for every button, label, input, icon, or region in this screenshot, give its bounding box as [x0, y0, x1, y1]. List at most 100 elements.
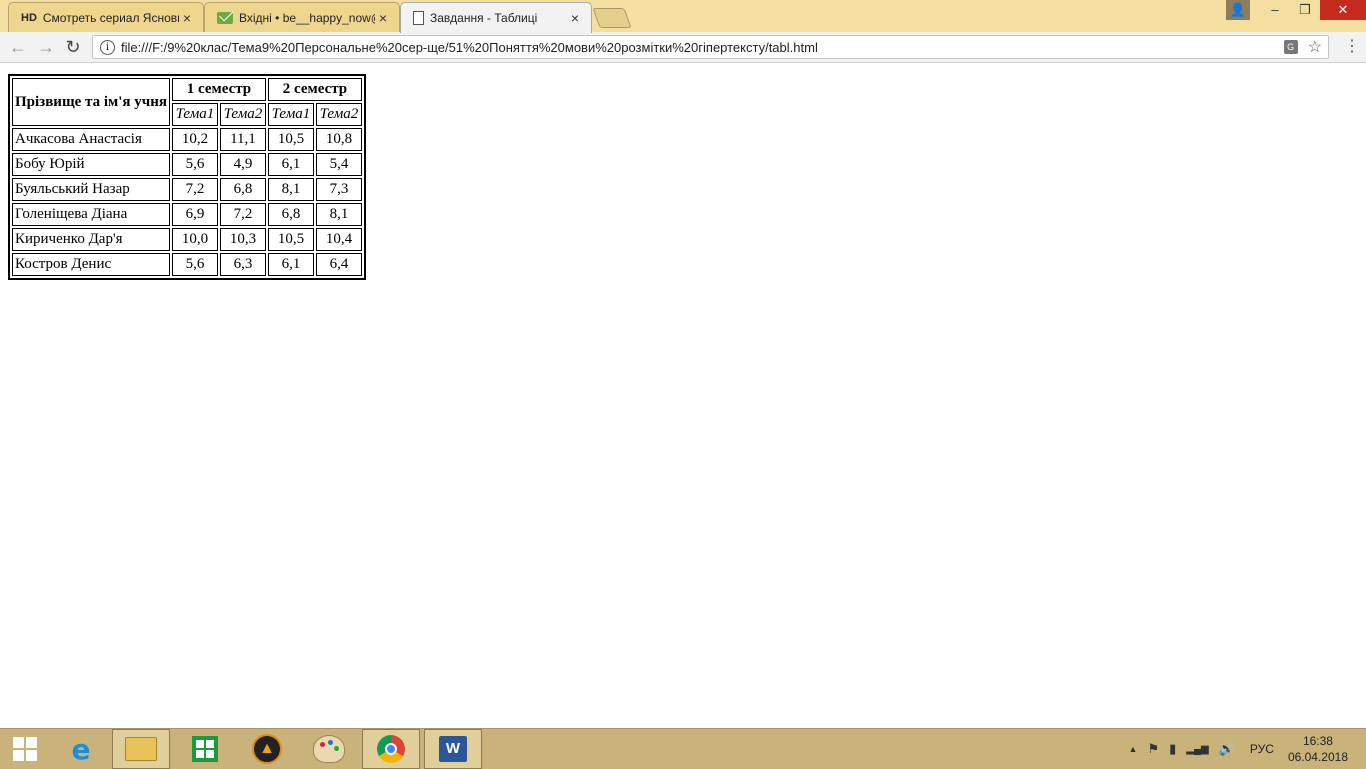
- page-content: Прізвище та ім'я учня 1 семестр 2 семест…: [0, 63, 1366, 728]
- grade-cell: 11,1: [219, 128, 266, 151]
- grade-cell: 6,4: [315, 253, 362, 276]
- flag-icon[interactable]: ⚑: [1147, 741, 1159, 757]
- tab-mail[interactable]: Вхідні • be__happy_now@ ×: [204, 2, 400, 32]
- address-bar[interactable]: i file:///F:/9%20клас/Тема9%20Персональн…: [92, 35, 1329, 59]
- back-button[interactable]: ←: [8, 37, 28, 57]
- grade-cell: 5,6: [171, 253, 218, 276]
- taskbar-paint[interactable]: [300, 729, 358, 769]
- forward-button[interactable]: →: [36, 37, 56, 57]
- grade-cell: 10,3: [219, 228, 266, 251]
- taskbar-aimp[interactable]: ▲: [238, 729, 296, 769]
- taskbar-explorer[interactable]: [112, 729, 170, 769]
- grade-cell: 7,2: [171, 178, 218, 201]
- table-row: Буяльський Назар 7,2 6,8 8,1 7,3: [12, 178, 362, 201]
- grade-cell: 7,2: [219, 203, 266, 226]
- taskbar: e ▲ W ▲ ⚑ ▮ ▂▄▆ 🔊 РУС 16:38 06.04.2018: [0, 728, 1366, 769]
- student-name: Буяльський Назар: [12, 178, 170, 201]
- grade-cell: 6,1: [267, 253, 314, 276]
- grade-cell: 10,5: [267, 128, 314, 151]
- grade-cell: 8,1: [267, 178, 314, 201]
- topic-header: Тема1: [171, 103, 218, 126]
- info-icon[interactable]: i: [100, 39, 115, 55]
- table-row: Костров Денис 5,6 6,3 6,1 6,4: [12, 253, 362, 276]
- table-row: Ачкасова Анастасія 10,2 11,1 10,5 10,8: [12, 128, 362, 151]
- grade-cell: 5,4: [315, 153, 362, 176]
- system-tray: ▲ ⚑ ▮ ▂▄▆ 🔊 РУС 16:38 06.04.2018: [1124, 729, 1366, 769]
- close-icon[interactable]: ×: [567, 10, 583, 26]
- topic-header: Тема2: [315, 103, 362, 126]
- browser-toolbar: ← → ↻ i file:///F:/9%20клас/Тема9%20Перс…: [0, 32, 1366, 63]
- grade-cell: 6,1: [267, 153, 314, 176]
- menu-icon[interactable]: ⋮: [1344, 39, 1360, 55]
- clock-date: 06.04.2018: [1287, 750, 1348, 764]
- window-controls: 👤 – ❐ ✕: [1226, 0, 1366, 20]
- ie-icon: e: [71, 732, 91, 766]
- table-row: Бобу Юрій 5,6 4,9 6,1 5,4: [12, 153, 362, 176]
- taskbar-chrome[interactable]: [362, 729, 420, 769]
- tab-serial[interactable]: HD Смотреть сериал Ясновидец ×: [8, 2, 204, 32]
- start-button[interactable]: [0, 729, 50, 769]
- tab-strip: HD Смотреть сериал Ясновидец × Вхідні • …: [0, 0, 1366, 33]
- student-name: Бобу Юрій: [12, 153, 170, 176]
- close-icon[interactable]: ×: [375, 10, 391, 26]
- reload-button[interactable]: ↻: [63, 37, 83, 57]
- student-name: Голеніщева Діана: [12, 203, 170, 226]
- signal-icon[interactable]: ▂▄▆: [1186, 744, 1208, 755]
- name-column-header: Прізвище та ім'я учня: [12, 78, 170, 126]
- chrome-icon: [377, 735, 405, 763]
- store-icon: [192, 736, 218, 762]
- new-tab-button[interactable]: [592, 8, 632, 28]
- taskbar-word[interactable]: W: [424, 729, 482, 769]
- student-name: Костров Денис: [12, 253, 170, 276]
- clock-time: 16:38: [1302, 734, 1333, 748]
- student-name: Ачкасова Анастасія: [12, 128, 170, 151]
- taskbar-store[interactable]: [176, 729, 234, 769]
- grade-cell: 6,9: [171, 203, 218, 226]
- minimize-button[interactable]: –: [1260, 0, 1290, 20]
- tab-title: Вхідні • be__happy_now@: [239, 10, 375, 25]
- grade-cell: 5,6: [171, 153, 218, 176]
- grade-cell: 6,8: [267, 203, 314, 226]
- topic-header: Тема2: [219, 103, 266, 126]
- volume-icon[interactable]: 🔊: [1219, 741, 1235, 757]
- grade-cell: 4,9: [219, 153, 266, 176]
- semester2-header: 2 семестр: [267, 78, 362, 101]
- grades-table: Прізвище та ім'я учня 1 семестр 2 семест…: [8, 74, 366, 280]
- restore-button[interactable]: ❐: [1290, 0, 1320, 20]
- word-icon: W: [439, 736, 467, 762]
- header-row: Прізвище та ім'я учня 1 семестр 2 семест…: [12, 78, 362, 126]
- grade-cell: 7,3: [315, 178, 362, 201]
- semester1-header: 1 семестр: [171, 78, 266, 101]
- tab-title: Завдання - Таблиці: [430, 11, 538, 25]
- tab-tables[interactable]: Завдання - Таблиці ×: [400, 2, 592, 33]
- grade-cell: 10,0: [171, 228, 218, 251]
- close-icon[interactable]: ×: [179, 10, 195, 26]
- language-indicator[interactable]: РУС: [1250, 742, 1274, 756]
- url-text[interactable]: file:///F:/9%20клас/Тема9%20Персональне%…: [121, 40, 1284, 55]
- grade-cell: 6,3: [219, 253, 266, 276]
- user-icon[interactable]: 👤: [1226, 0, 1250, 20]
- student-name: Кириченко Дар'я: [12, 228, 170, 251]
- star-icon[interactable]: ☆: [1308, 37, 1322, 57]
- translate-icon[interactable]: G: [1283, 40, 1298, 54]
- clock[interactable]: 16:38 06.04.2018: [1288, 733, 1348, 765]
- mail-icon: [217, 11, 233, 24]
- hd-icon: HD: [21, 11, 37, 24]
- grade-cell: 10,5: [267, 228, 314, 251]
- grade-cell: 6,8: [219, 178, 266, 201]
- table-row: Кириченко Дар'я 10,0 10,3 10,5 10,4: [12, 228, 362, 251]
- grade-cell: 10,4: [315, 228, 362, 251]
- grade-cell: 10,8: [315, 128, 362, 151]
- table-row: Голеніщева Діана 6,9 7,2 6,8 8,1: [12, 203, 362, 226]
- doc-icon: [413, 11, 424, 25]
- battery-icon[interactable]: ▮: [1169, 741, 1176, 757]
- close-window-button[interactable]: ✕: [1320, 0, 1366, 20]
- topic-header: Тема1: [267, 103, 314, 126]
- start-icon: [13, 737, 37, 761]
- grade-cell: 8,1: [315, 203, 362, 226]
- tab-title: Смотреть сериал Ясновидец: [42, 10, 179, 25]
- taskbar-ie[interactable]: e: [52, 729, 110, 769]
- paint-icon: [313, 735, 345, 763]
- chevron-up-icon[interactable]: ▲: [1129, 744, 1138, 754]
- grade-cell: 10,2: [171, 128, 218, 151]
